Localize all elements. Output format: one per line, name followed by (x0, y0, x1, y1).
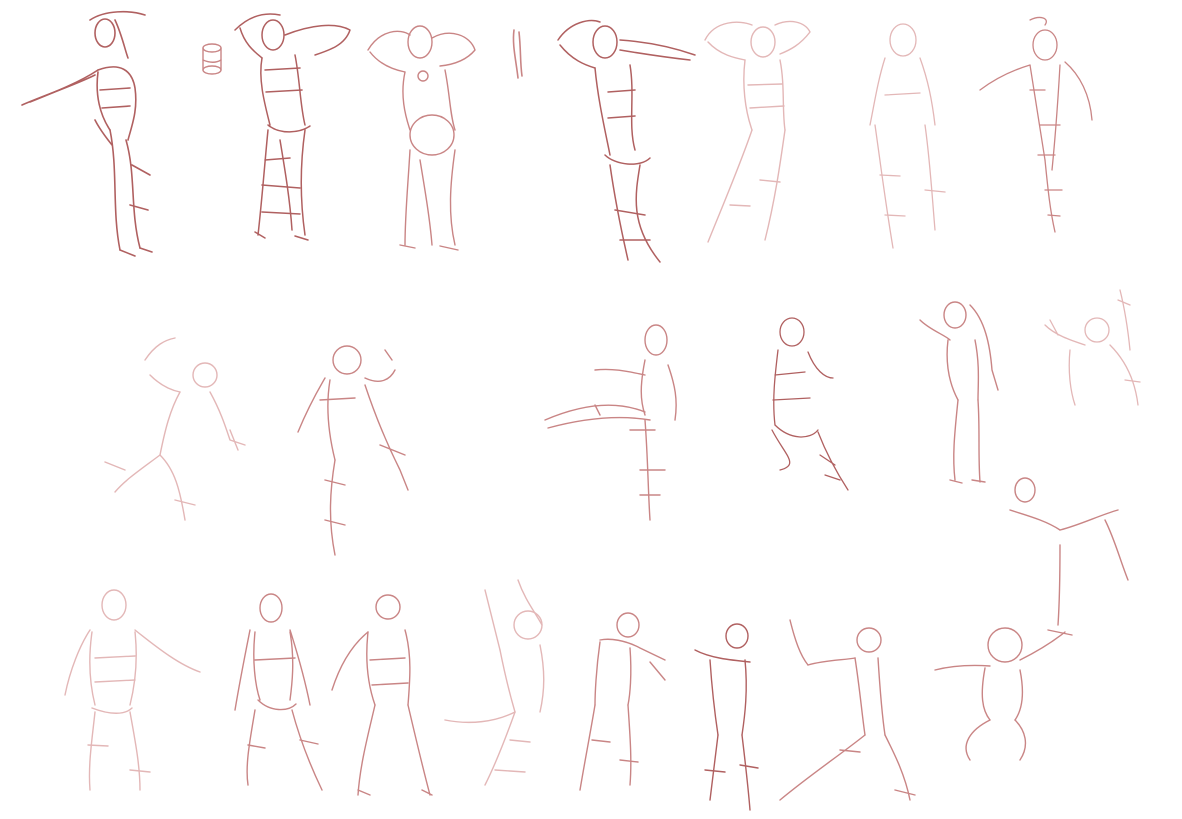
figure-row1-2 (234, 13, 351, 241)
figure-row2-2 (297, 345, 409, 556)
figure-row2-3 (544, 324, 677, 521)
figure-row3-6 (694, 623, 759, 811)
figure-row2-4 (771, 317, 849, 491)
cylinder-sketch (202, 43, 222, 75)
figure-row1-7 (979, 16, 1093, 233)
figure-row3-2 (234, 593, 323, 791)
vertical-stroke-sketch (512, 29, 523, 79)
figure-row1-4 (557, 19, 696, 263)
figure-row3-5 (579, 612, 666, 791)
figure-row2-6 (1044, 289, 1141, 406)
figure-row3-1 (64, 589, 201, 791)
figure-row2-5 (919, 301, 999, 484)
stray-dot (54, 28, 56, 30)
gesture-drawing-canvas (0, 0, 1182, 819)
figure-row3-4 (444, 579, 545, 786)
figure-row2-1 (104, 337, 246, 521)
figure-row3-7 (779, 619, 916, 801)
gesture-sketch-sheet (21, 10, 1141, 811)
figure-row1-1 (21, 10, 153, 257)
figure-row3-8 (934, 477, 1129, 761)
figure-row1-3 (367, 25, 476, 251)
figure-row3-3 (331, 594, 433, 796)
figure-row1-6 (869, 23, 946, 249)
figure-row1-5 (704, 20, 811, 243)
